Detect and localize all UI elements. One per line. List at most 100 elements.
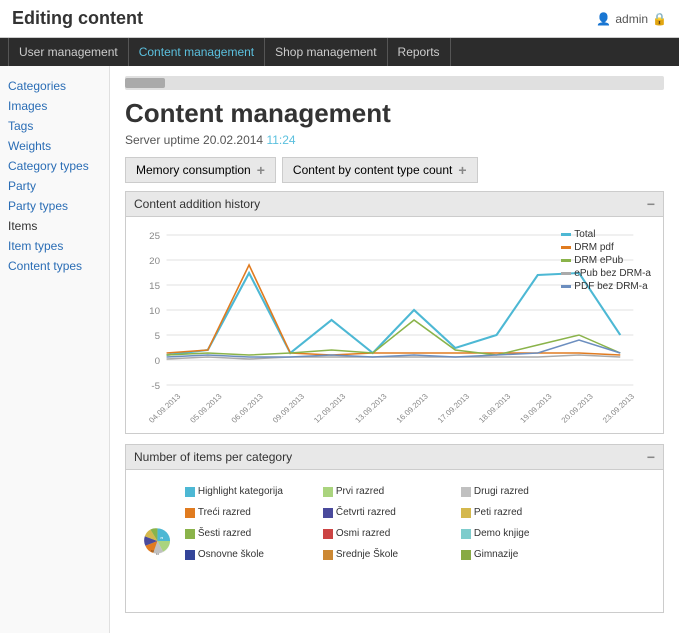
pie-dot-osmi — [323, 529, 333, 539]
chart2-title: Number of items per category — [134, 450, 292, 464]
legend-dot-drm-epub — [561, 259, 571, 262]
svg-text:16.09.2013: 16.09.2013 — [395, 392, 430, 425]
pie-legend-row: Highlight kategorija Prvi razred Drugi r… — [185, 486, 647, 562]
svg-text:13.09.2013: 13.09.2013 — [353, 392, 388, 425]
sidebar-item-items[interactable]: Items — [8, 216, 101, 236]
pie-dot-peti — [461, 508, 471, 518]
pie-dot-cetvrti — [323, 508, 333, 518]
pie-dot-treci — [185, 508, 195, 518]
sidebar-item-content-types[interactable]: Content types — [8, 256, 101, 276]
legend-dot-total — [561, 233, 571, 236]
svg-text:0: 0 — [155, 355, 160, 366]
sidebar-item-party-types[interactable]: Party types — [8, 196, 101, 216]
nav-content-management[interactable]: Content management — [129, 38, 265, 66]
plus-icon-2: + — [458, 162, 466, 178]
pie-chart-svg: 73 31 14 — [142, 486, 173, 596]
svg-text:04.09.2013: 04.09.2013 — [147, 392, 182, 425]
svg-text:20: 20 — [149, 255, 160, 266]
svg-text:5: 5 — [155, 330, 160, 341]
sidebar-item-tags[interactable]: Tags — [8, 116, 101, 136]
sidebar: Categories Images Tags Weights Category … — [0, 66, 110, 633]
legend-dot-pdf-bez — [561, 285, 571, 288]
pie-legend-cetvrti: Četvrti razred — [323, 507, 453, 518]
svg-text:05.09.2013: 05.09.2013 — [188, 392, 223, 425]
svg-text:06.09.2013: 06.09.2013 — [230, 392, 265, 425]
widget-buttons-row: Memory consumption + Content by content … — [125, 157, 664, 183]
pie-dot-drugi — [461, 487, 471, 497]
memory-consumption-btn[interactable]: Memory consumption + — [125, 157, 276, 183]
chart1-title: Content addition history — [134, 197, 260, 211]
svg-text:10: 10 — [149, 305, 160, 316]
legend-pdf-bez: PDF bez DRM-a — [561, 281, 651, 292]
username: admin — [615, 12, 648, 26]
page-heading: Editing content — [12, 8, 143, 29]
scrollbar[interactable] — [125, 76, 664, 90]
content-management-title: Content management — [125, 98, 664, 129]
sidebar-item-weights[interactable]: Weights — [8, 136, 101, 156]
sidebar-item-categories[interactable]: Categories — [8, 76, 101, 96]
sidebar-item-images[interactable]: Images — [8, 96, 101, 116]
pie-section: 73 31 14 Highlight kategorija — [134, 478, 655, 604]
legend-dot-epub-bez — [561, 272, 571, 275]
navbar: User management Content management Shop … — [0, 38, 679, 66]
pie-dot-sesti — [185, 529, 195, 539]
svg-text:20.09.2013: 20.09.2013 — [559, 392, 594, 425]
legend-dot-drm-pdf — [561, 246, 571, 249]
pie-dot-highlight — [185, 487, 195, 497]
pie-legend-gimnazije: Gimnazije — [461, 549, 591, 560]
chart2-body: 73 31 14 Highlight kategorija — [126, 470, 663, 612]
svg-text:19.09.2013: 19.09.2013 — [518, 392, 553, 425]
pie-legend-treci: Treći razred — [185, 507, 315, 518]
pie-legend: Highlight kategorija Prvi razred Drugi r… — [185, 486, 647, 562]
chart2-header: Number of items per category − — [126, 445, 663, 470]
pie-legend-peti: Peti razred — [461, 507, 591, 518]
nav-user-management[interactable]: User management — [8, 38, 129, 66]
legend-epub-bez: ePub bez DRM-a — [561, 268, 651, 279]
header: Editing content 👤 admin 🔒 — [0, 0, 679, 38]
chart1-body: 25 20 15 10 5 0 -5 — [126, 217, 663, 433]
pie-legend-demo: Demo knjige — [461, 528, 591, 539]
pie-legend-osmi: Osmi razred — [323, 528, 453, 539]
pie-dot-osnovne — [185, 550, 195, 560]
legend-drm-epub: DRM ePub — [561, 255, 651, 266]
lock-icon: 🔒 — [652, 12, 667, 26]
pie-dot-prvi — [323, 487, 333, 497]
svg-text:15: 15 — [149, 280, 160, 291]
server-uptime: Server uptime 20.02.2014 11:24 — [125, 133, 664, 147]
chart1-collapse-btn[interactable]: − — [647, 196, 655, 212]
pie-legend-highlight: Highlight kategorija — [185, 486, 315, 497]
pie-legend-osnovne: Osnovne škole — [185, 549, 315, 560]
pie-dot-srednje — [323, 550, 333, 560]
content-by-type-btn[interactable]: Content by content type count + — [282, 157, 478, 183]
svg-text:17.09.2013: 17.09.2013 — [436, 392, 471, 425]
pie-legend-srednje: Srednje Škole — [323, 549, 453, 560]
user-info: 👤 admin 🔒 — [596, 12, 667, 26]
main-content: Content management Server uptime 20.02.2… — [110, 66, 679, 633]
svg-text:-5: -5 — [151, 380, 160, 391]
svg-text:09.09.2013: 09.09.2013 — [271, 392, 306, 425]
line-chart: 25 20 15 10 5 0 -5 — [134, 225, 655, 425]
pie-dot-demo — [461, 529, 471, 539]
layout: Categories Images Tags Weights Category … — [0, 66, 679, 633]
user-icon: 👤 — [596, 12, 611, 26]
scrollbar-thumb[interactable] — [125, 78, 165, 88]
pie-legend-prvi: Prvi razred — [323, 486, 453, 497]
sidebar-item-category-types[interactable]: Category types — [8, 156, 101, 176]
sidebar-item-party[interactable]: Party — [8, 176, 101, 196]
svg-text:23.09.2013: 23.09.2013 — [601, 392, 636, 425]
pie-legend-drugi: Drugi razred — [461, 486, 591, 497]
content-addition-history-panel: Content addition history − 2 — [125, 191, 664, 434]
chart2-collapse-btn[interactable]: − — [647, 449, 655, 465]
chart1-legend: Total DRM pdf DRM ePub ePub bez DRM — [561, 229, 651, 294]
svg-text:25: 25 — [149, 230, 160, 241]
plus-icon-1: + — [257, 162, 265, 178]
legend-total: Total — [561, 229, 651, 240]
nav-reports[interactable]: Reports — [388, 38, 451, 66]
pie-dot-gimnazije — [461, 550, 471, 560]
chart1-header: Content addition history − — [126, 192, 663, 217]
sidebar-item-item-types[interactable]: Item types — [8, 236, 101, 256]
svg-text:18.09.2013: 18.09.2013 — [477, 392, 512, 425]
nav-shop-management[interactable]: Shop management — [265, 38, 387, 66]
legend-drm-pdf: DRM pdf — [561, 242, 651, 253]
items-per-category-panel: Number of items per category − — [125, 444, 664, 613]
